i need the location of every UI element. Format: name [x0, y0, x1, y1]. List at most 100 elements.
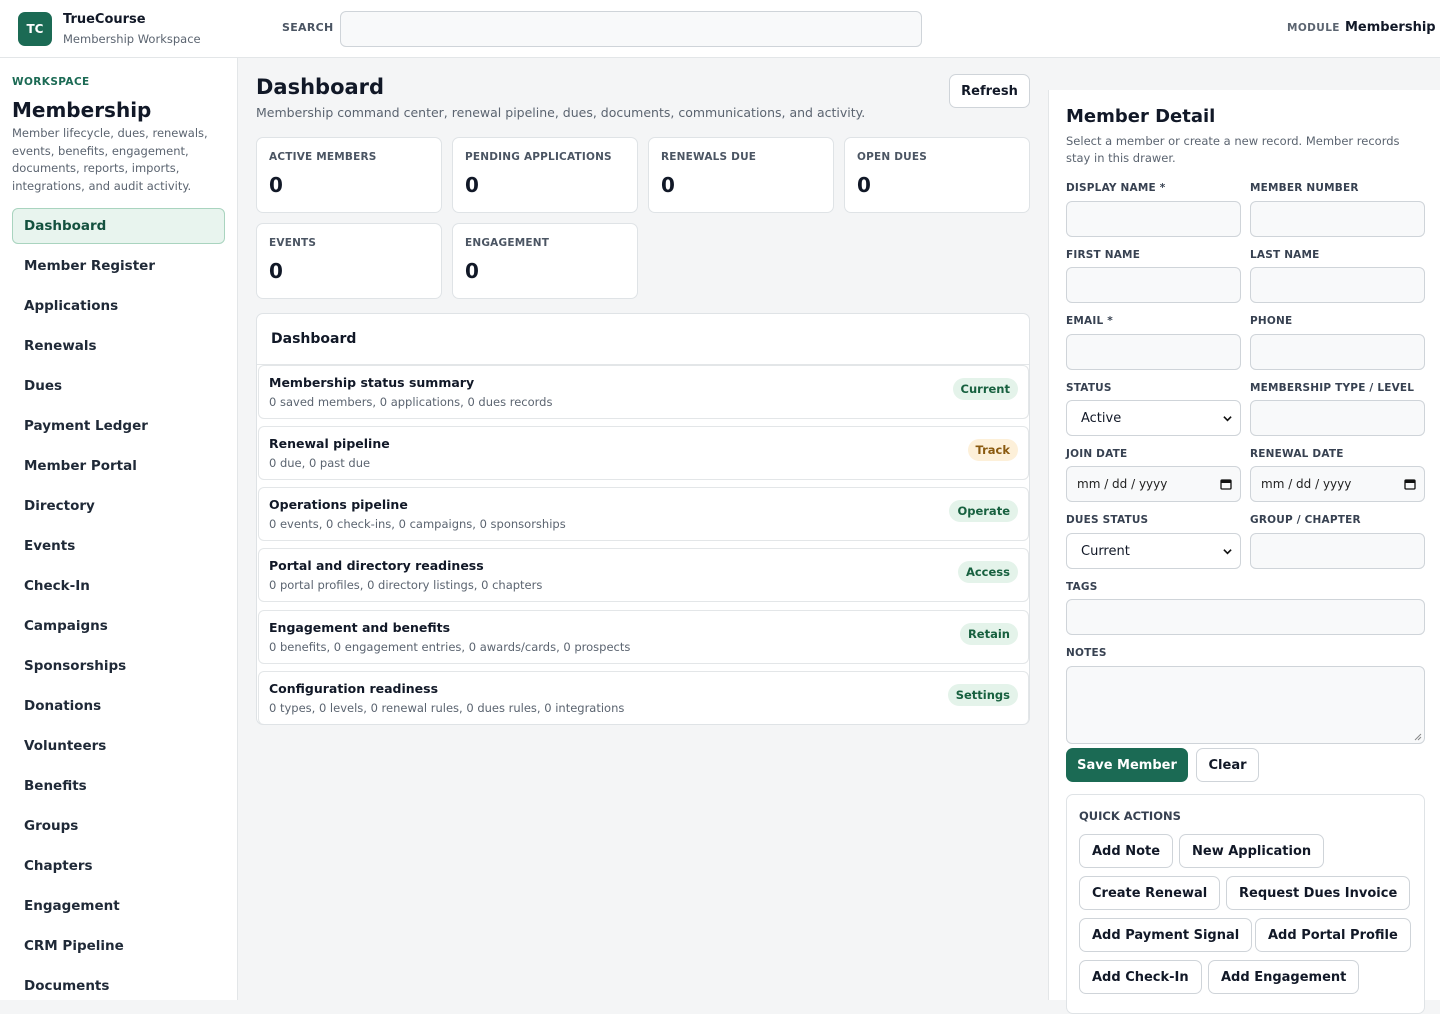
app-logo: TC	[18, 12, 52, 46]
dashboard-panel: Dashboard Membership status summary 0 sa…	[256, 313, 1030, 725]
stat-value: 0	[465, 173, 479, 197]
status-badge: Track	[967, 439, 1018, 461]
sidebar-item-engagement[interactable]: Engagement	[12, 888, 225, 924]
status-badge: Settings	[947, 684, 1018, 706]
clear-button[interactable]: Clear	[1196, 748, 1259, 782]
sidebar-item-renewals[interactable]: Renewals	[12, 328, 225, 364]
workspace-label: WORKSPACE	[12, 76, 90, 88]
membership-type-field[interactable]	[1250, 400, 1425, 436]
row-title: Renewal pipeline	[269, 436, 390, 451]
add-note-button[interactable]: Add Note	[1079, 834, 1174, 868]
row-title: Engagement and benefits	[269, 620, 451, 635]
stat-value: 0	[269, 173, 283, 197]
sidebar-item-documents[interactable]: Documents	[12, 968, 225, 1000]
renewal-date-value: mm / dd / yyyy	[1261, 477, 1352, 491]
status-label: STATUS	[1066, 382, 1112, 394]
summary-row-configuration[interactable]: Configuration readiness 0 types, 0 level…	[258, 671, 1029, 724]
dues-status-label: DUES STATUS	[1066, 514, 1149, 526]
first-name-label: FIRST NAME	[1066, 249, 1141, 261]
sidebar-item-crm-pipeline[interactable]: CRM Pipeline	[12, 928, 225, 964]
quick-actions-title: QUICK ACTIONS	[1079, 809, 1181, 823]
sidebar-item-member-portal[interactable]: Member Portal	[12, 448, 225, 484]
status-select[interactable]: Active	[1066, 400, 1241, 436]
display-name-label: DISPLAY NAME *	[1066, 182, 1166, 194]
group-chapter-label: GROUP / CHAPTER	[1250, 514, 1361, 526]
sidebar-item-payment-ledger[interactable]: Payment Ledger	[12, 408, 225, 444]
row-title: Portal and directory readiness	[269, 558, 484, 573]
save-member-button[interactable]: Save Member	[1066, 748, 1188, 782]
stat-value: 0	[269, 259, 283, 283]
sidebar-item-directory[interactable]: Directory	[12, 488, 225, 524]
summary-row-portal-directory[interactable]: Portal and directory readiness 0 portal …	[258, 548, 1029, 602]
sidebar-item-volunteers[interactable]: Volunteers	[12, 728, 225, 764]
sidebar-item-dashboard[interactable]: Dashboard	[12, 208, 225, 244]
renewal-date-field[interactable]: mm / dd / yyyy	[1250, 466, 1425, 502]
summary-row-renewal-pipeline[interactable]: Renewal pipeline 0 due, 0 past due Track	[258, 426, 1029, 480]
app-subtitle: Membership Workspace	[63, 32, 201, 46]
refresh-button[interactable]: Refresh	[949, 74, 1030, 108]
chevron-down-icon	[1223, 548, 1232, 554]
request-dues-invoice-button[interactable]: Request Dues Invoice	[1226, 876, 1411, 910]
add-check-in-button[interactable]: Add Check-In	[1079, 960, 1202, 994]
logo-initials: TC	[26, 22, 44, 36]
calendar-icon[interactable]	[1404, 478, 1416, 490]
top-bar: TC TrueCourse Membership Workspace SEARC…	[0, 0, 1440, 58]
sidebar-item-chapters[interactable]: Chapters	[12, 848, 225, 884]
search-label: SEARCH	[282, 21, 334, 34]
sidebar-item-check-in[interactable]: Check-In	[12, 568, 225, 604]
panel-title: Dashboard	[271, 331, 357, 347]
stat-card-pending-applications: PENDING APPLICATIONS 0	[452, 137, 638, 213]
dues-status-select[interactable]: Current	[1066, 533, 1241, 569]
stat-value: 0	[661, 173, 675, 197]
sidebar-item-events[interactable]: Events	[12, 528, 225, 564]
join-date-field[interactable]: mm / dd / yyyy	[1066, 466, 1241, 502]
stat-label: ACTIVE MEMBERS	[269, 151, 377, 163]
sidebar-item-benefits[interactable]: Benefits	[12, 768, 225, 804]
stat-card-engagement: ENGAGEMENT 0	[452, 223, 638, 299]
stat-label: ENGAGEMENT	[465, 237, 550, 249]
stat-value: 0	[465, 259, 479, 283]
search-input[interactable]	[340, 11, 922, 47]
stat-card-active-members: ACTIVE MEMBERS 0	[256, 137, 442, 213]
email-field[interactable]	[1066, 334, 1241, 370]
calendar-icon[interactable]	[1220, 478, 1232, 490]
summary-row-operations-pipeline[interactable]: Operations pipeline 0 events, 0 check-in…	[258, 487, 1029, 541]
module-value: Membership	[1345, 20, 1436, 35]
stat-label: RENEWALS DUE	[661, 151, 757, 163]
sidebar-item-applications[interactable]: Applications	[12, 288, 225, 324]
status-badge: Operate	[949, 500, 1018, 522]
email-label: EMAIL *	[1066, 315, 1113, 327]
last-name-field[interactable]	[1250, 267, 1425, 303]
row-subtitle: 0 saved members, 0 applications, 0 dues …	[269, 395, 553, 409]
stat-label: EVENTS	[269, 237, 317, 249]
summary-row-engagement-benefits[interactable]: Engagement and benefits 0 benefits, 0 en…	[258, 610, 1029, 664]
sidebar-item-campaigns[interactable]: Campaigns	[12, 608, 225, 644]
sidebar-item-member-register[interactable]: Member Register	[12, 248, 225, 284]
new-application-button[interactable]: New Application	[1179, 834, 1325, 868]
summary-row-membership-status[interactable]: Membership status summary 0 saved member…	[258, 365, 1029, 419]
first-name-field[interactable]	[1066, 267, 1241, 303]
sidebar-item-sponsorships[interactable]: Sponsorships	[12, 648, 225, 684]
phone-field[interactable]	[1250, 334, 1425, 370]
display-name-field[interactable]	[1066, 201, 1241, 237]
resize-grip-icon[interactable]	[1414, 733, 1422, 741]
add-portal-profile-button[interactable]: Add Portal Profile	[1255, 918, 1411, 952]
add-payment-signal-button[interactable]: Add Payment Signal	[1079, 918, 1253, 952]
status-select-value: Active	[1081, 410, 1122, 426]
status-badge: Access	[957, 561, 1018, 583]
module-label: MODULE	[1287, 22, 1340, 34]
sidebar-item-dues[interactable]: Dues	[12, 368, 225, 404]
member-number-field[interactable]	[1250, 201, 1425, 237]
create-renewal-button[interactable]: Create Renewal	[1079, 876, 1221, 910]
add-engagement-button[interactable]: Add Engagement	[1208, 960, 1360, 994]
row-subtitle: 0 events, 0 check-ins, 0 campaigns, 0 sp…	[269, 517, 566, 531]
stat-value: 0	[857, 173, 871, 197]
row-title: Operations pipeline	[269, 497, 408, 512]
dues-status-select-value: Current	[1081, 543, 1130, 559]
sidebar-item-groups[interactable]: Groups	[12, 808, 225, 844]
tags-field[interactable]	[1066, 599, 1425, 635]
notes-textarea[interactable]	[1066, 666, 1425, 744]
group-chapter-field[interactable]	[1250, 533, 1425, 569]
sidebar-item-donations[interactable]: Donations	[12, 688, 225, 724]
row-subtitle: 0 portal profiles, 0 directory listings,…	[269, 578, 543, 592]
